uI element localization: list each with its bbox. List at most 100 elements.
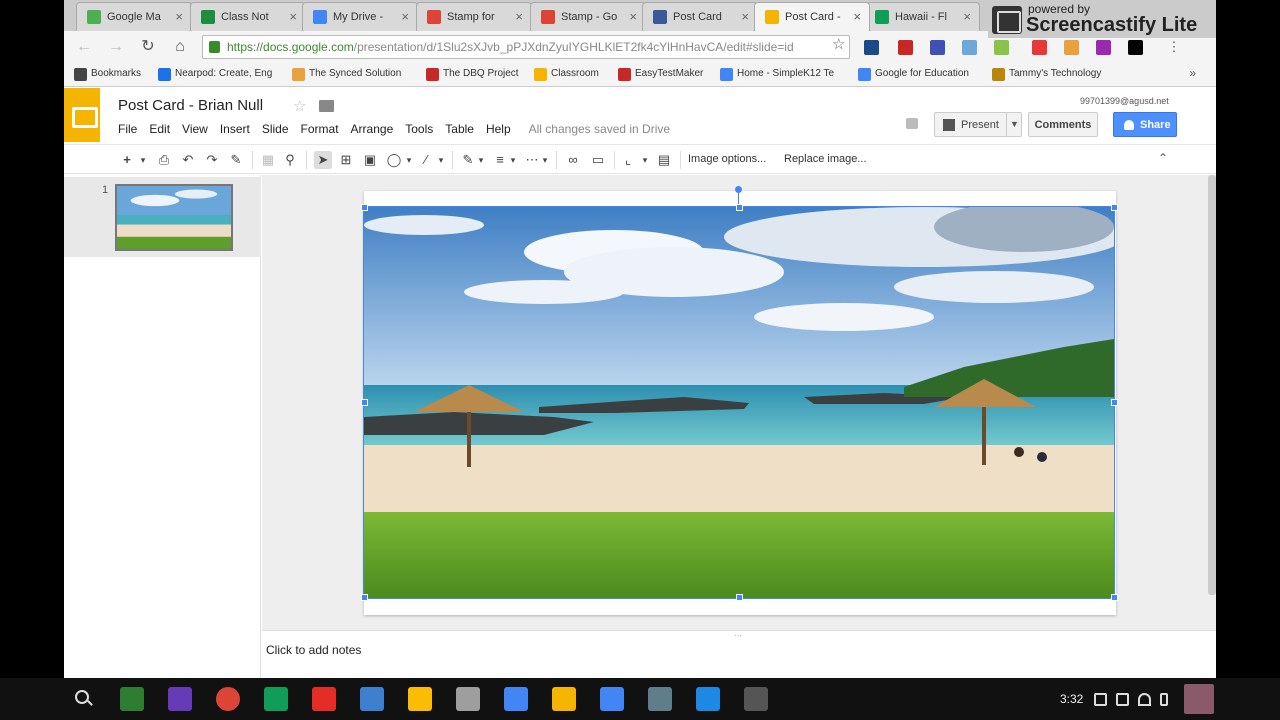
present-dropdown-button[interactable]: ▼ — [1006, 112, 1022, 137]
shape-icon[interactable]: ◯ — [386, 151, 402, 169]
store-app-icon[interactable] — [456, 687, 480, 711]
browser-tab[interactable]: Post Card × — [642, 2, 758, 31]
border-dash-dropdown-icon[interactable]: ▾ — [540, 151, 550, 169]
bookmark-item[interactable]: The Synced Solution — [292, 68, 401, 81]
menu-table[interactable]: Table — [445, 122, 474, 136]
zoom-fit-icon[interactable]: ▦ — [260, 151, 276, 169]
tab-close-icon[interactable]: × — [175, 9, 183, 24]
border-color-icon[interactable]: ✎ — [460, 151, 476, 169]
chrome-menu-icon[interactable]: ⋮ — [1164, 37, 1184, 57]
sheets-app-icon[interactable] — [264, 687, 288, 711]
resize-handle-bottom[interactable] — [736, 594, 743, 601]
border-color-dropdown-icon[interactable]: ▾ — [476, 151, 486, 169]
new-slide-button[interactable]: + — [120, 151, 134, 169]
tab-close-icon[interactable]: × — [741, 9, 749, 24]
send-app-icon[interactable] — [360, 687, 384, 711]
menu-format[interactable]: Format — [301, 122, 339, 136]
browser-tab[interactable]: Class Not × — [190, 2, 306, 31]
bookmarks-overflow-button[interactable]: » — [1189, 66, 1196, 80]
print-icon[interactable]: ⎙ — [156, 151, 172, 169]
border-weight-icon[interactable]: ≡ — [492, 151, 508, 169]
status-tray[interactable]: 3:32 — [1052, 684, 1216, 714]
browser-tab[interactable]: Stamp - Go × — [530, 2, 646, 31]
extension-icon[interactable] — [1096, 40, 1111, 55]
collapse-toolbar-icon[interactable]: ⌃ — [1158, 151, 1168, 165]
replace-image-button[interactable]: Replace image... — [784, 153, 867, 165]
line-icon[interactable]: ∕ — [418, 151, 434, 169]
extension-icon[interactable] — [898, 40, 913, 55]
calendar-app-icon[interactable] — [600, 687, 624, 711]
paint-format-icon[interactable]: ✎ — [228, 151, 244, 169]
chrome-app-icon[interactable] — [216, 687, 240, 711]
tab-close-icon[interactable]: × — [289, 9, 297, 24]
image-options-button[interactable]: Image options... — [688, 153, 766, 165]
bookmark-item[interactable]: Google for Education — [858, 68, 969, 81]
tab-close-icon[interactable]: × — [629, 9, 637, 24]
extension-icon[interactable] — [1064, 40, 1079, 55]
image-icon[interactable]: ▣ — [362, 151, 378, 169]
border-weight-dropdown-icon[interactable]: ▾ — [508, 151, 518, 169]
bookmark-star-icon[interactable]: ☆ — [832, 35, 845, 53]
border-dash-icon[interactable]: ⋯ — [524, 151, 540, 169]
forms-app-icon[interactable] — [168, 687, 192, 711]
comments-button[interactable]: Comments — [1028, 112, 1098, 137]
menu-slide[interactable]: Slide — [262, 122, 289, 136]
forward-button[interactable]: → — [106, 37, 126, 57]
comment-history-icon[interactable] — [906, 118, 918, 129]
replace-image-icon[interactable]: ▤ — [656, 151, 672, 169]
bookmark-item[interactable]: EasyTestMaker — [618, 68, 703, 81]
star-icon[interactable]: ☆ — [293, 97, 306, 115]
tab-close-icon[interactable]: × — [401, 9, 409, 24]
resize-handle-top-right[interactable] — [1111, 204, 1118, 211]
menu-help[interactable]: Help — [486, 122, 511, 136]
extension-icon[interactable] — [1128, 40, 1143, 55]
menu-file[interactable]: File — [118, 122, 137, 136]
calculator-app-icon[interactable] — [648, 687, 672, 711]
slide-thumbnail-row[interactable]: 1 — [64, 177, 261, 257]
crop-icon[interactable]: ⌞ — [620, 151, 636, 169]
resize-handle-top-left[interactable] — [361, 204, 368, 211]
reload-button[interactable]: ↻ — [138, 37, 158, 57]
crop-dropdown-icon[interactable]: ▾ — [640, 151, 650, 169]
slides-logo[interactable] — [64, 88, 100, 142]
docs-app-icon[interactable] — [504, 687, 528, 711]
resize-handle-top[interactable] — [736, 204, 743, 211]
slide-thumbnail[interactable] — [115, 184, 233, 251]
tab-close-icon[interactable]: × — [853, 9, 861, 24]
browser-tab[interactable]: Google Ma × — [76, 2, 192, 31]
slides-app-icon[interactable] — [552, 687, 576, 711]
bookmark-item[interactable]: Bookmarks — [74, 68, 141, 81]
shape-dropdown-icon[interactable]: ▾ — [404, 151, 414, 169]
back-button[interactable]: ← — [74, 37, 94, 57]
text-box-icon[interactable]: ⊞ — [338, 151, 354, 169]
account-email[interactable]: 99701399@agusd.net — [1080, 96, 1169, 106]
canvas-scrollbar[interactable] — [1208, 175, 1216, 595]
extension-icon[interactable] — [864, 40, 879, 55]
menu-edit[interactable]: Edit — [149, 122, 170, 136]
resize-handle-bottom-right[interactable] — [1111, 594, 1118, 601]
menu-view[interactable]: View — [182, 122, 208, 136]
resize-handle-right[interactable] — [1111, 399, 1118, 406]
browser-tab[interactable]: Stamp for × — [416, 2, 532, 31]
bookmark-item[interactable]: Tammy's Technology — [992, 68, 1101, 81]
zoom-icon[interactable]: ⚲ — [282, 151, 298, 169]
extension-icon[interactable] — [962, 40, 977, 55]
redo-icon[interactable]: ↷ — [204, 151, 220, 169]
menu-insert[interactable]: Insert — [220, 122, 250, 136]
files-app-icon[interactable] — [696, 687, 720, 711]
bookmark-item[interactable]: Classroom — [534, 68, 599, 81]
tab-close-icon[interactable]: × — [963, 9, 971, 24]
resize-handle-left[interactable] — [361, 399, 368, 406]
browser-tab[interactable]: Hawaii - Fl × — [864, 2, 980, 31]
browser-tab[interactable]: Post Card - × — [754, 2, 870, 31]
undo-icon[interactable]: ↶ — [180, 151, 196, 169]
bookmark-item[interactable]: The DBQ Project — [426, 68, 519, 81]
address-bar[interactable]: https://docs.google.com/presentation/d/1… — [202, 35, 850, 59]
folder-icon[interactable] — [319, 100, 334, 112]
select-tool-icon[interactable]: ➤ — [314, 151, 332, 169]
bookmark-item[interactable]: Nearpod: Create, Eng — [158, 68, 272, 81]
comment-icon[interactable]: ▭ — [590, 151, 606, 169]
video-app-icon[interactable] — [744, 687, 768, 711]
menu-arrange[interactable]: Arrange — [351, 122, 394, 136]
bookmark-item[interactable]: Home - SimpleK12 Te — [720, 68, 834, 81]
